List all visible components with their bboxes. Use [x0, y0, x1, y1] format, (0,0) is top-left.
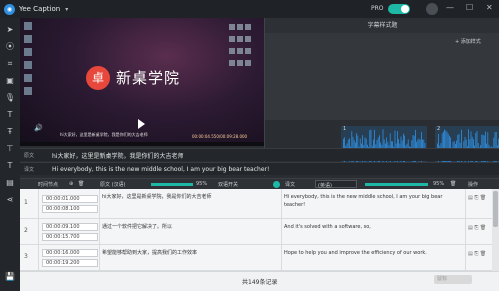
source-text-cell[interactable]: hi大家好，这里是新桌学院，我是你们的大吉老师: [102, 193, 287, 201]
brand-logo: 卓: [86, 66, 110, 90]
style-panel: 字幕样式题 + 添加样式: [264, 18, 499, 120]
table-scrollbar[interactable]: [492, 189, 499, 271]
watermark-overlay: 鼠标: [434, 275, 472, 284]
row-index: 2: [24, 227, 28, 234]
share-icon[interactable]: ⋖: [4, 194, 16, 206]
language-switch-icon[interactable]: [273, 181, 280, 188]
target-text-cell[interactable]: Hi everybody, this is the new middle sch…: [284, 193, 464, 209]
translation-line-label: 译文: [23, 166, 34, 173]
text-icon[interactable]: T: [4, 109, 16, 121]
source-progress: [151, 183, 193, 186]
toggle-knob: [401, 5, 409, 13]
translation-line[interactable]: 译文 Hi everybody, this is the new middle …: [20, 162, 499, 175]
table-row[interactable]: 2 00:00:09.100 00:00:15.700 通过一个软件把它解决了。…: [20, 219, 492, 245]
import-icon[interactable]: ▣: [4, 75, 16, 87]
table-footer: 共149条记录 鼠标: [20, 271, 499, 291]
start-time-input[interactable]: 00:00:09.100: [42, 223, 98, 231]
row-index: 3: [24, 253, 28, 260]
row-index: 1: [24, 199, 28, 206]
row-actions-icon[interactable]: ▤ ⎘ 🗑: [468, 251, 486, 257]
target-language-select[interactable]: (英语): [315, 180, 357, 189]
source-progress-percent: 95%: [196, 181, 208, 187]
brand-title: 新桌学院: [116, 69, 181, 87]
source-column-header: 原文 (汉语): [100, 182, 126, 188]
source-line-text[interactable]: hi大家好，这里是新桌学院，我是你们的大吉老师: [52, 151, 183, 160]
close-button[interactable]: ✕: [486, 3, 493, 12]
source-text-cell[interactable]: 希望能够帮助到大家，提高我们的工作效率: [102, 249, 287, 257]
tab-subtitle-style[interactable]: 字幕样式题: [265, 18, 499, 33]
target-delete-icon[interactable]: 🗑: [450, 181, 456, 187]
app-menu-chevron-down-icon[interactable]: ▾: [65, 6, 68, 13]
bilingual-toggle-label[interactable]: 双语开关: [218, 181, 238, 188]
add-row-icon[interactable]: ⊕: [69, 181, 73, 187]
target-text-cell[interactable]: And it's solved with a software, so,: [284, 223, 464, 231]
source-line-label: 原文: [23, 152, 34, 159]
title-bar: ◉ Yee Caption ▾ PRO — ☐ ✕: [0, 0, 499, 18]
target-progress-percent: 95%: [433, 181, 445, 187]
time-column-header: 时间节点: [38, 182, 59, 188]
app-title: Yee Caption: [19, 5, 61, 13]
layout-icon[interactable]: ▤: [4, 177, 16, 189]
table-row[interactable]: 3 00:00:16.000 00:00:19.200 希望能够帮助到大家，提高…: [20, 245, 492, 271]
app-logo-icon: ◉: [4, 3, 15, 15]
pro-label: PRO: [371, 5, 384, 12]
column-divider: [281, 189, 282, 271]
save-icon[interactable]: 💾: [4, 271, 16, 283]
target-column-header: 译文: [285, 182, 296, 188]
volume-icon[interactable]: 🔊: [34, 124, 43, 132]
column-divider: [99, 189, 100, 271]
text-style-icon[interactable]: Ŧ: [4, 126, 16, 138]
maximize-button[interactable]: ☐: [466, 3, 473, 12]
add-style-button[interactable]: + 添加样式: [455, 38, 481, 45]
left-toolbar: ➤ ⦿ ⌗ ▣ 🎙 T Ŧ ⊤ T ▤ ⋖ 💾: [0, 18, 20, 291]
source-text-cell[interactable]: 通过一个软件把它解决了。所以: [102, 223, 287, 231]
desktop-right-icons: [228, 24, 258, 72]
column-header-bar: 时间节点 ⊕ 🗑 原文 (汉语) 95% 双语开关 译文 (英语) 95% 🗑 …: [20, 178, 499, 189]
delete-row-icon[interactable]: 🗑: [78, 181, 84, 187]
operations-column-header: 操作: [468, 182, 479, 188]
translation-line-text[interactable]: Hi everybody, this is the new middle sch…: [52, 166, 269, 173]
pro-toggle[interactable]: [388, 4, 410, 14]
desktop-icons: [24, 22, 34, 100]
scrollbar-thumb[interactable]: [493, 191, 498, 227]
microphone-icon[interactable]: 🎙: [4, 92, 16, 104]
target-progress: [365, 183, 428, 186]
video-timecode: 00:00:04.550/00:09:28.000: [192, 134, 248, 139]
avatar[interactable]: [426, 3, 438, 15]
crop-icon[interactable]: ⌗: [4, 58, 16, 70]
video-caption: hi大家好，这里是新桌学院，我是你们的大吉老师: [60, 132, 148, 137]
target-text-cell[interactable]: Hope to help you and improve the efficie…: [284, 249, 464, 257]
source-line[interactable]: 原文 hi大家好，这里是新桌学院，我是你们的大吉老师: [20, 148, 499, 161]
text-format-icon[interactable]: T: [4, 160, 16, 172]
column-divider: [38, 189, 39, 271]
pointer-icon[interactable]: ➤: [4, 24, 16, 36]
row-actions-icon[interactable]: ▤ ⎘ 🗑: [468, 195, 486, 201]
column-divider: [465, 189, 466, 271]
record-icon[interactable]: ⦿: [4, 41, 16, 53]
merge-icon[interactable]: ⊤: [4, 143, 16, 155]
video-taskbar: [20, 142, 264, 146]
video-preview[interactable]: 卓 新桌学院 🔊 hi大家好，这里是新桌学院，我是你们的大吉老师 00:00:0…: [20, 18, 264, 146]
end-time-input[interactable]: 00:00:08.100: [42, 205, 98, 213]
play-icon[interactable]: [138, 119, 145, 129]
row-actions-icon[interactable]: ▤ ⎘ 🗑: [468, 225, 486, 231]
subtitle-table: 1 00:00:01.000 00:00:08.100 hi大家好，这里是新桌学…: [20, 189, 492, 271]
record-count: 共149条记录: [242, 279, 278, 286]
table-row[interactable]: 1 00:00:01.000 00:00:08.100 hi大家好，这里是新桌学…: [20, 189, 492, 219]
start-time-input[interactable]: 00:00:01.000: [42, 195, 98, 203]
end-time-input[interactable]: 00:00:15.700: [42, 233, 98, 241]
end-time-input[interactable]: 00:00:19.200: [42, 259, 98, 267]
minimize-button[interactable]: —: [446, 3, 454, 12]
start-time-input[interactable]: 00:00:16.000: [42, 249, 98, 257]
